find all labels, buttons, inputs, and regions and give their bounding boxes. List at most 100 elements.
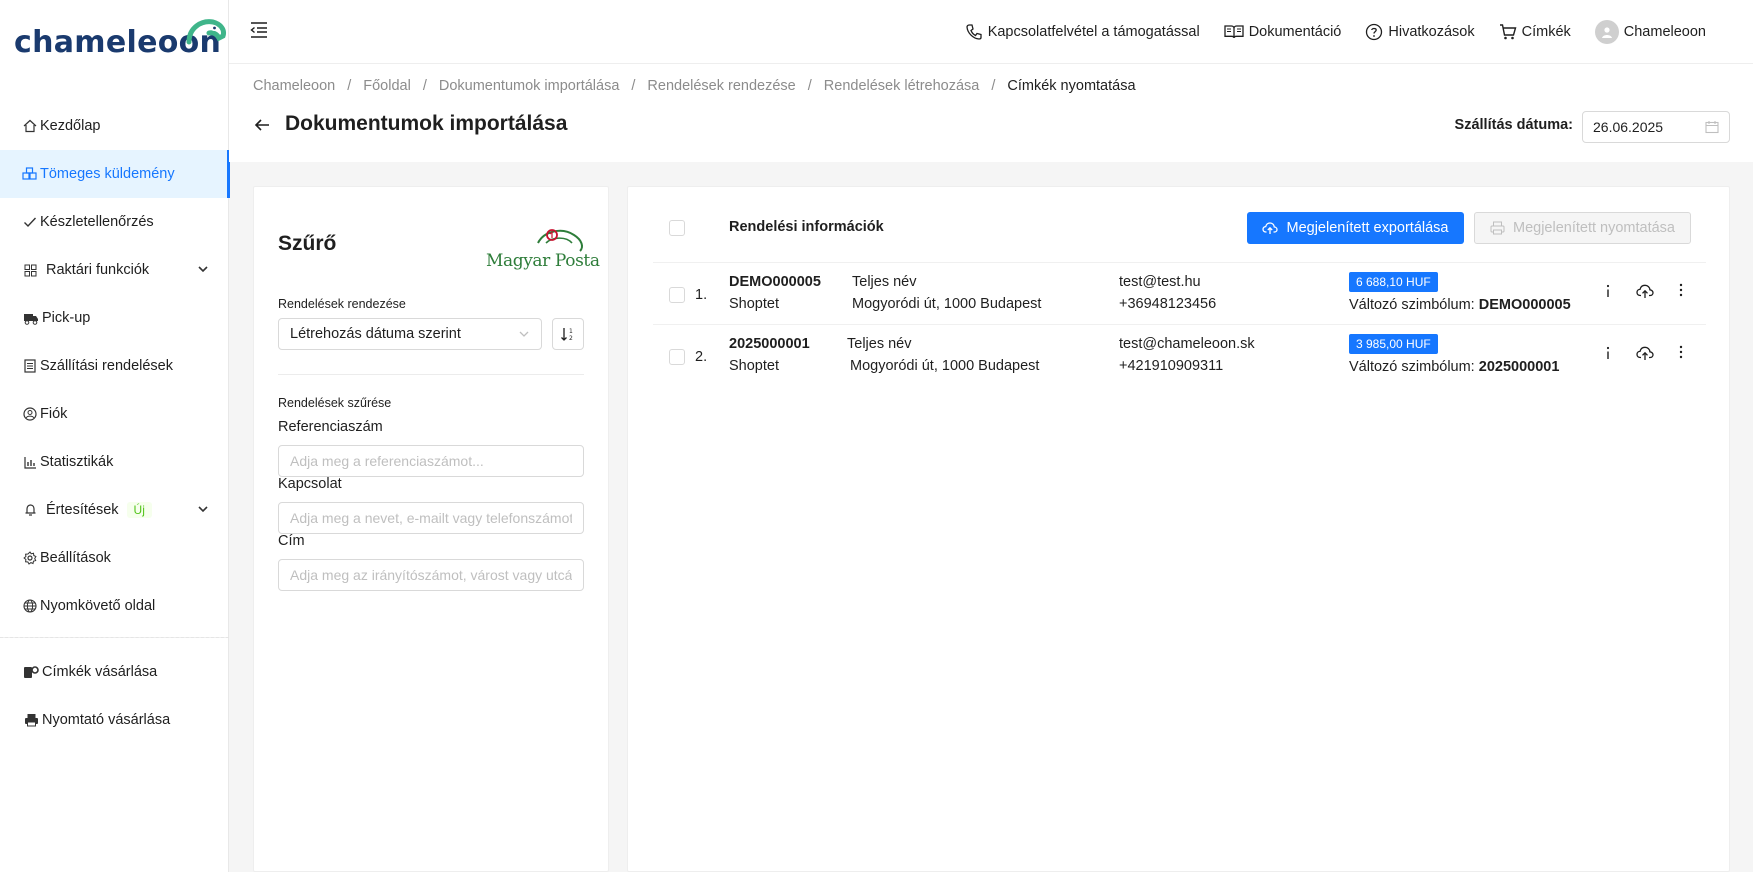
sidebar-item-label: Beállítások <box>40 550 111 566</box>
info-icon[interactable] <box>1605 345 1611 361</box>
phone-icon <box>966 24 982 40</box>
shipping-date-label: Szállítás dátuma: <box>1454 117 1573 133</box>
more-vertical-icon[interactable] <box>1679 283 1683 297</box>
home-icon <box>22 118 38 134</box>
order-source: Shoptet <box>729 358 779 374</box>
sidebar-item-home[interactable]: Kezdőlap <box>0 102 229 150</box>
filter-section-title: Rendelések szűrése <box>278 396 392 410</box>
select-all-checkbox[interactable] <box>669 220 685 236</box>
truck-icon <box>22 310 40 326</box>
breadcrumb-item[interactable]: Dokumentumok importálása <box>439 78 620 94</box>
sort-direction-button[interactable]: 12 <box>552 318 584 350</box>
avatar <box>1594 20 1619 44</box>
variable-symbol: Változó szimbólum: 2025000001 <box>1349 359 1559 375</box>
customer-email: test@chameleoon.sk <box>1119 336 1255 352</box>
sidebar-item-inventory-check[interactable]: Készletellenőrzés <box>0 198 229 246</box>
check-icon <box>22 214 38 230</box>
user-circle-icon <box>22 406 38 422</box>
document-icon <box>22 358 38 374</box>
sort-select[interactable]: Létrehozás dátuma szerint <box>278 318 542 350</box>
sidebar-item-tracking-page[interactable]: Nyomkövető oldal <box>0 582 229 630</box>
grid-icon <box>22 262 38 278</box>
documentation-link[interactable]: Dokumentáció <box>1224 24 1342 40</box>
sidebar-divider <box>0 637 229 638</box>
sidebar-item-label: Címkék vásárlása <box>42 664 158 680</box>
cloud-upload-icon[interactable] <box>1636 283 1654 299</box>
orders-panel: Rendelési információk Megjelenített expo… <box>627 186 1730 872</box>
filter-title: Szűrő <box>278 232 337 255</box>
boxes-icon <box>22 166 38 182</box>
sidebar-item-label: Pick-up <box>42 310 91 326</box>
address-label: Cím <box>278 533 305 549</box>
variable-symbol: Változó szimbólum: DEMO000005 <box>1349 297 1571 313</box>
magyar-posta-text: Magyar Posta <box>486 251 600 271</box>
row-checkbox[interactable] <box>669 349 685 365</box>
row-checkbox[interactable] <box>669 287 685 303</box>
top-bar: Kapcsolatfelvétel a támogatással Dokumen… <box>229 0 1753 64</box>
breadcrumb-item[interactable]: Chameleoon <box>253 78 335 94</box>
magyar-posta-logo: Magyar Posta <box>486 221 600 279</box>
bar-chart-icon <box>22 454 38 470</box>
menu-collapse-icon[interactable] <box>249 20 269 40</box>
customer-address: Mogyoródi út, 1000 Budapest <box>852 296 1042 312</box>
sidebar-item-pickup[interactable]: Pick-up <box>0 294 229 342</box>
row-index: 1. <box>695 287 708 303</box>
filter-divider <box>278 374 584 375</box>
customer-email: test@test.hu <box>1119 274 1201 290</box>
breadcrumb: Chameleoon / Főoldal / Dokumentumok import… <box>253 78 1136 94</box>
more-vertical-icon[interactable] <box>1679 345 1683 359</box>
sidebar-item-warehouse[interactable]: Raktári funkciók <box>0 246 229 294</box>
chameleoon-logo[interactable]: chameleoon <box>14 18 227 66</box>
customer-phone: +36948123456 <box>1119 296 1217 312</box>
sidebar-item-account[interactable]: Fiók <box>0 390 229 438</box>
variable-symbol-label: Változó szimbólum: <box>1349 297 1475 313</box>
back-arrow-icon[interactable] <box>253 116 271 134</box>
sidebar-item-statistics[interactable]: Statisztikák <box>0 438 229 486</box>
shipping-date-value: 26.06.2025 <box>1593 119 1664 135</box>
breadcrumb-item[interactable]: Rendelések rendezése <box>647 78 795 94</box>
sidebar-item-label: Készletellenőrzés <box>40 214 154 230</box>
variable-symbol-label: Változó szimbólum: <box>1349 359 1475 375</box>
sidebar-item-buy-printer[interactable]: Nyomtató vásárlása <box>0 696 229 744</box>
shipping-date-picker[interactable]: 26.06.2025 <box>1582 111 1730 143</box>
support-link-label: Kapcsolatfelvétel a támogatással <box>987 24 1200 40</box>
user-name: Chameleoon <box>1623 24 1706 40</box>
svg-text:2: 2 <box>569 335 573 342</box>
sidebar-item-label: Nyomkövető oldal <box>40 598 156 614</box>
book-icon <box>1224 25 1244 39</box>
price-badge: 6 688,10 HUF <box>1349 272 1438 292</box>
chevron-down-icon <box>198 266 208 273</box>
references-link[interactable]: Hivatkozások <box>1365 23 1475 41</box>
references-link-label: Hivatkozások <box>1388 24 1475 40</box>
customer-address: Mogyoródi út, 1000 Budapest <box>850 358 1040 374</box>
reference-input[interactable] <box>278 445 584 477</box>
address-input[interactable] <box>278 559 584 591</box>
labels-link[interactable]: Címkék <box>1499 23 1571 41</box>
help-circle-icon <box>1366 23 1383 41</box>
sidebar-item-notifications[interactable]: Értesítések Új <box>0 486 229 534</box>
breadcrumb-current: Címkék nyomtatása <box>1007 78 1136 94</box>
export-displayed-button[interactable]: Megjelenített exportálása <box>1247 212 1464 244</box>
sidebar-item-settings[interactable]: Beállítások <box>0 534 229 582</box>
sidebar-item-shipping-orders[interactable]: Szállítási rendelések <box>0 342 229 390</box>
top-links: Kapcsolatfelvétel a támogatással Dokumen… <box>965 0 1706 64</box>
order-number: DEMO000005 <box>729 274 821 290</box>
breadcrumb-item[interactable]: Rendelések létrehozása <box>824 78 980 94</box>
sidebar-item-bulk-shipment[interactable]: Tömeges küldemény <box>0 150 230 198</box>
user-menu[interactable]: Chameleoon <box>1594 20 1706 44</box>
info-icon[interactable] <box>1605 283 1611 299</box>
table-row[interactable]: 2. 2025000001 Shoptet Teljes név Mogyoró… <box>628 325 1731 387</box>
breadcrumb-item[interactable]: Főoldal <box>363 78 411 94</box>
page-header: Chameleoon / Főoldal / Dokumentumok import… <box>229 64 1753 162</box>
contact-input[interactable] <box>278 502 584 534</box>
customer-name: Teljes név <box>847 336 912 352</box>
gear-icon <box>22 550 38 566</box>
variable-symbol-value: DEMO000005 <box>1478 297 1571 313</box>
support-link[interactable]: Kapcsolatfelvétel a támogatással <box>965 23 1200 41</box>
print-displayed-button[interactable]: Megjelenített nyomtatása <box>1474 212 1691 244</box>
cloud-upload-icon[interactable] <box>1636 345 1654 361</box>
reference-label: Referenciaszám <box>278 419 383 435</box>
documentation-link-label: Dokumentáció <box>1248 24 1342 40</box>
table-row[interactable]: 1. DEMO000005 Shoptet Teljes név Mogyoró… <box>628 263 1731 325</box>
sidebar-item-buy-labels[interactable]: Címkék vásárlása <box>0 648 229 696</box>
